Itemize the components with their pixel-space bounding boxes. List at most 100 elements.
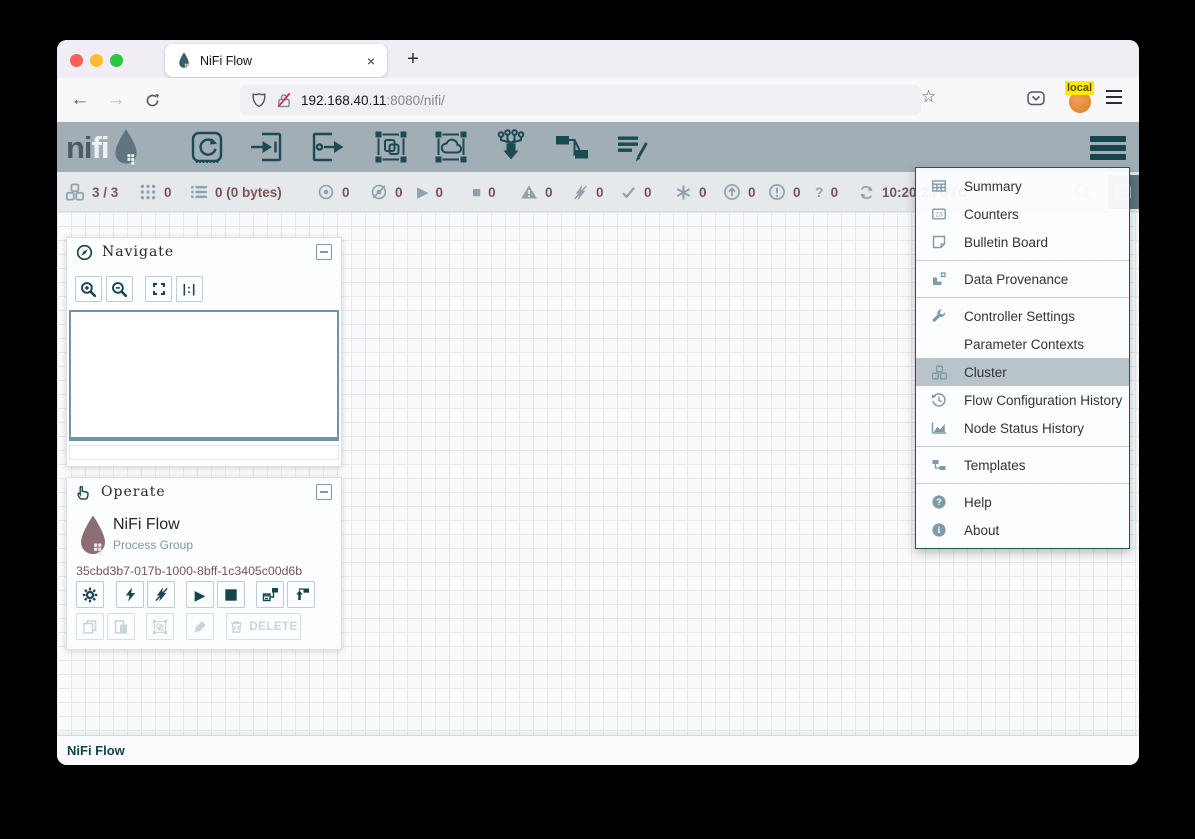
remote-process-group-draggable[interactable] [433,129,469,165]
hand-pointer-icon [76,484,92,501]
menu-item-node-status-history[interactable]: Node Status History [916,414,1129,442]
status-locally-modified: 0 [675,172,707,212]
menu-divider [916,446,1129,447]
menu-item-data-provenance[interactable]: Data Provenance [916,265,1129,293]
status-not-transmitting: 0 [370,172,403,212]
browser-tab[interactable]: NiFi Flow × [165,44,387,77]
url-text[interactable]: 192.168.40.11:8080/nifi/ [301,93,445,108]
zoom-actual-size-button[interactable]: |:| [176,276,203,302]
data-provenance-icon [930,271,948,287]
insecure-lock-icon[interactable] [276,92,292,108]
status-up-to-date: 0 [620,172,652,212]
shield-icon[interactable] [251,92,267,109]
navigate-title: Navigate [102,244,174,260]
processor-draggable[interactable] [189,129,225,165]
area-chart-icon [930,420,948,436]
start-button[interactable]: ▶ [186,581,214,608]
browser-tab-bar: NiFi Flow × + [57,40,1139,78]
reload-button[interactable] [138,86,166,114]
menu-item-parameter-contexts[interactable]: Parameter Contexts [916,330,1129,358]
birdseye-minimap[interactable] [69,310,339,441]
bookmark-star-icon[interactable]: ☆ [921,87,936,107]
selected-component-type: Process Group [113,538,193,552]
menu-item-templates[interactable]: Templates [916,451,1129,479]
group-button [146,613,174,640]
menu-item-help[interactable]: ? Help [916,488,1129,516]
new-tab-button[interactable]: + [398,44,428,74]
svg-text:23: 23 [935,211,943,218]
forward-button: → [102,86,130,114]
status-transmitting: 0 [317,172,350,212]
collapse-operate-button[interactable] [316,484,332,500]
output-port-draggable[interactable] [309,129,345,165]
nifi-drop-icon [111,128,141,166]
summary-table-icon [930,178,948,194]
menu-item-summary[interactable]: Summary [916,172,1129,200]
minimize-window-button[interactable] [90,54,103,67]
selected-component-name: NiFi Flow [113,516,180,534]
address-bar[interactable]: 192.168.40.11:8080/nifi/ [240,85,921,115]
navigate-palette: Navigate |:| [66,237,342,467]
close-window-button[interactable] [70,54,83,67]
breadcrumb[interactable]: NiFi Flow [67,743,125,758]
copy-button [76,613,104,640]
label-draggable[interactable] [615,129,651,165]
menu-item-counters[interactable]: 23 Counters [916,200,1129,228]
input-port-draggable[interactable] [249,129,285,165]
menu-item-bulletin-board[interactable]: Bulletin Board [916,228,1129,256]
menu-item-cluster[interactable]: Cluster [916,358,1129,386]
pocket-icon[interactable] [1026,89,1046,108]
delete-button: DELETE [226,613,301,640]
disable-button[interactable] [147,581,175,608]
back-button[interactable]: ← [66,86,94,114]
zoom-fit-button[interactable] [145,276,172,302]
paste-button [107,613,135,640]
nifi-logo: nifi [66,128,141,166]
fill-color-button [186,613,214,640]
template-draggable[interactable] [554,129,590,165]
zoom-window-button[interactable] [110,54,123,67]
collapse-navigate-button[interactable] [316,244,332,260]
status-stopped: ■ 0 [472,172,496,212]
tab-title: NiFi Flow [200,54,367,68]
bulletin-board-icon [930,234,948,250]
menu-item-controller-settings[interactable]: Controller Settings [916,302,1129,330]
funnel-draggable[interactable] [493,129,529,165]
operate-title: Operate [101,484,166,500]
svg-text:?: ? [936,497,942,507]
menu-divider [916,260,1129,261]
status-locally-modified-and-stale: 0 [768,172,801,212]
status-disabled: 0 [572,172,604,212]
templates-icon [930,457,948,473]
process-group-draggable[interactable] [373,129,409,165]
status-running: ▶ 0 [417,172,443,212]
configuration-button[interactable] [76,581,104,608]
status-total-queued: 0 (0 bytes) [190,172,282,212]
breadcrumb-bar: NiFi Flow [57,735,1139,765]
delete-label: DELETE [249,621,297,633]
menu-item-flow-configuration-history[interactable]: Flow Configuration History [916,386,1129,414]
macos-traffic-lights[interactable] [70,54,123,67]
menu-item-about[interactable]: i About [916,516,1129,544]
profile-avatar[interactable]: local [1063,81,1099,117]
menu-divider [916,483,1129,484]
status-invalid: 0 [520,172,553,212]
stop-button[interactable] [217,581,245,608]
zoom-in-button[interactable] [75,276,102,302]
status-stale: 0 [723,172,756,212]
nifi-component-toolbar: nifi [57,122,1139,172]
navigate-header: Navigate [67,238,341,266]
tab-close-icon[interactable]: × [367,53,375,69]
browser-menu-icon[interactable] [1106,90,1122,104]
save-template-button[interactable] [256,581,284,608]
zoom-out-button[interactable] [106,276,133,302]
selected-component-id[interactable]: 35cbd3b7-017b-1000-8bff-1c3405c00d6b [76,564,302,578]
upload-template-button[interactable] [287,581,315,608]
svg-text:i: i [938,526,941,536]
enable-button[interactable] [116,581,144,608]
compass-icon [76,244,93,261]
nifi-favicon [177,52,191,69]
global-menu-button[interactable] [1090,136,1126,160]
browser-url-row: ← → 192.168.40.11:8080/nifi/ ☆ local [57,78,1139,122]
operate-header: Operate [67,478,341,506]
